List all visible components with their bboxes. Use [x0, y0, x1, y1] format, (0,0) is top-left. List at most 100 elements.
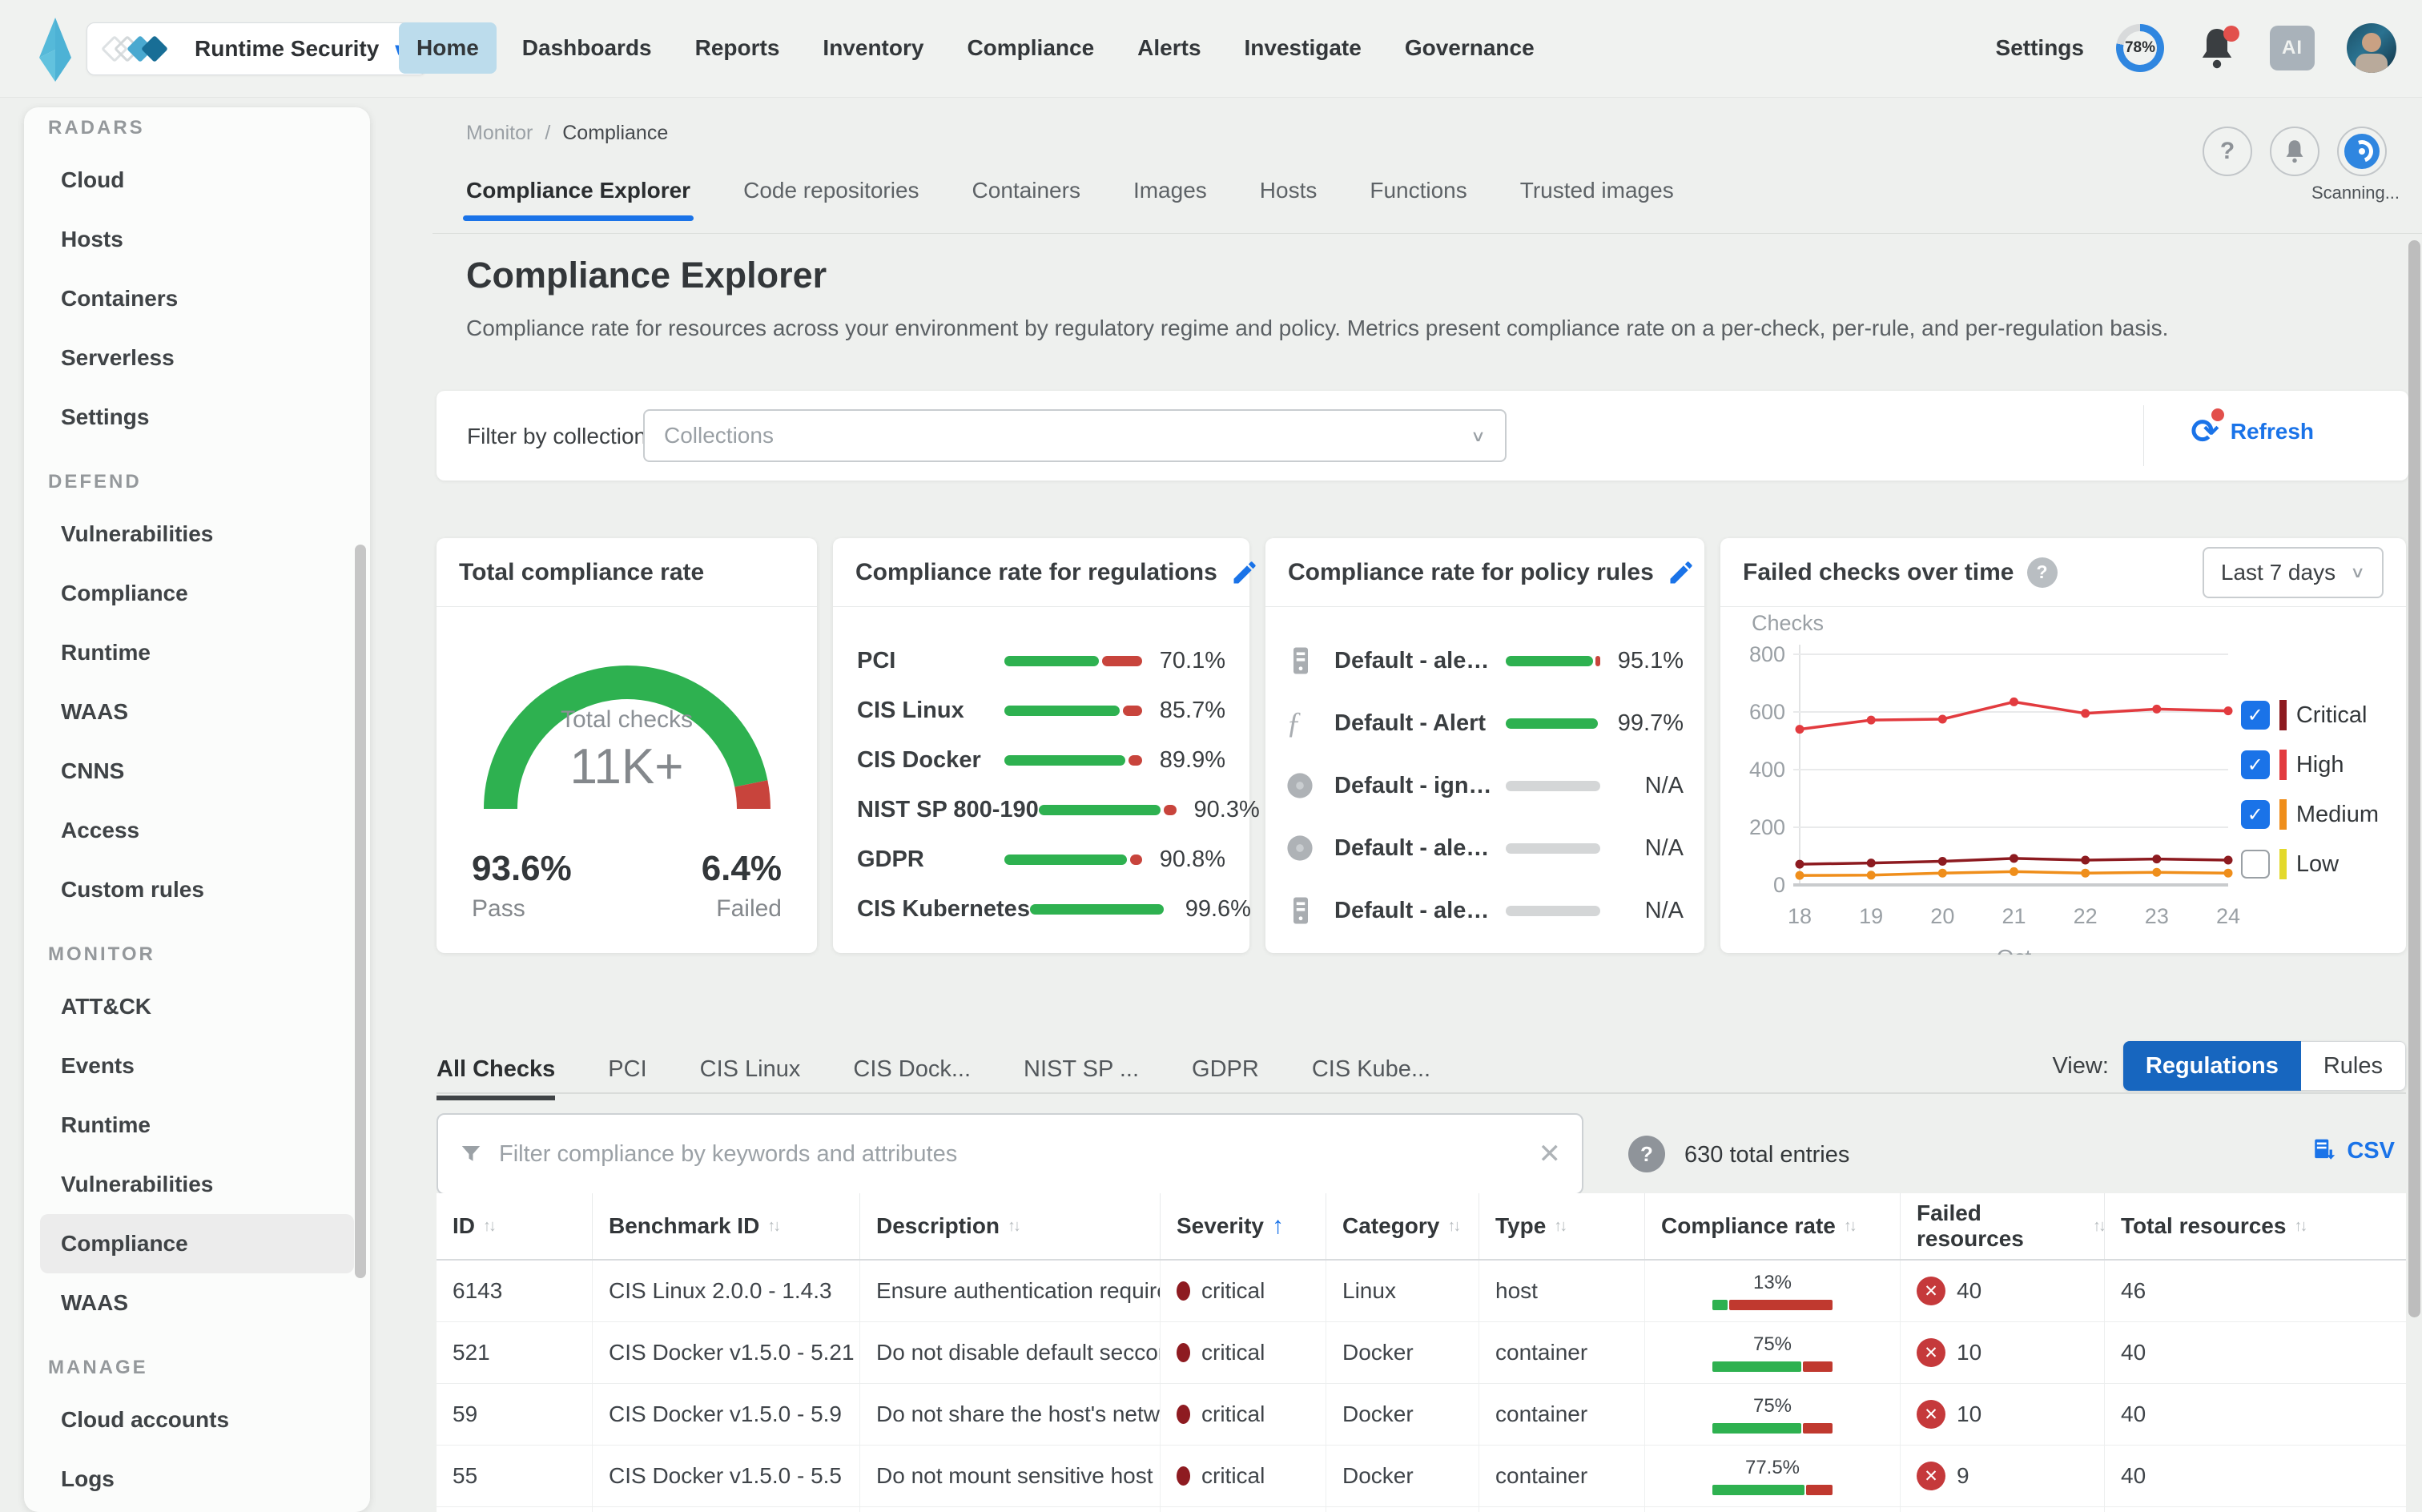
column-header-type[interactable]: Type ↑↓ — [1479, 1193, 1644, 1259]
metric-cards-row: Total compliance rate Total checks 11K+ … — [437, 538, 2406, 970]
tab-compliance-explorer[interactable]: Compliance Explorer — [462, 178, 694, 221]
edit-pencil-icon[interactable] — [1667, 558, 1696, 587]
tab-images[interactable]: Images — [1133, 178, 1207, 221]
sidebar-item-containers[interactable]: Containers — [40, 269, 354, 328]
csv-export-button[interactable]: CSV — [2311, 1137, 2395, 1164]
help-icon[interactable]: ? — [2026, 557, 2058, 588]
policy-rule-row: ƒ Default - Alert 99.7% — [1286, 692, 1684, 754]
edit-pencil-icon[interactable] — [1230, 558, 1259, 587]
breadcrumb-monitor[interactable]: Monitor — [466, 122, 533, 144]
legend-item-critical[interactable]: ✓ Critical — [2240, 690, 2379, 740]
notifications-bell-icon[interactable] — [2196, 26, 2239, 70]
help-button[interactable]: ? — [2203, 127, 2252, 176]
sidebar-item-cnns[interactable]: CNNS — [40, 742, 354, 801]
tab-containers[interactable]: Containers — [972, 178, 1080, 221]
sidebar-item-defenders[interactable]: Defenders — [40, 1509, 354, 1512]
bar-fail-segment — [1102, 655, 1142, 666]
time-range-select[interactable]: Last 7 days ∨ — [2203, 546, 2384, 598]
column-header-failed-resources[interactable]: Failed resources ↑↓ — [1900, 1193, 2106, 1259]
topnav-item-governance[interactable]: Governance — [1387, 22, 1552, 74]
legend-checkbox[interactable]: ✓ — [2240, 800, 2270, 829]
sidebar-item-cloud[interactable]: Cloud — [40, 151, 354, 210]
download-icon — [2315, 1139, 2336, 1160]
bar-fail-segment — [1806, 1485, 1833, 1495]
table-filter-row: Filter compliance by keywords and attrib… — [437, 1113, 2406, 1196]
column-header-severity[interactable]: Severity ↑ — [1160, 1193, 1326, 1259]
svg-text:23: 23 — [2145, 904, 2169, 928]
tab-functions[interactable]: Functions — [1370, 178, 1466, 221]
table-row-check-55[interactable]: 55 CIS Docker v1.5.0 - 5.5 Do not mount se… — [437, 1446, 2406, 1507]
column-header-compliance-rate[interactable]: Compliance rate ↑↓ — [1644, 1193, 1900, 1259]
column-header-category[interactable]: Category ↑↓ — [1326, 1193, 1479, 1259]
sidebar-item-access[interactable]: Access — [40, 801, 354, 860]
topnav-item-investigate[interactable]: Investigate — [1227, 22, 1379, 74]
topnav-item-dashboards[interactable]: Dashboards — [505, 22, 670, 74]
user-avatar[interactable] — [2347, 23, 2396, 73]
announcements-button[interactable] — [2270, 127, 2319, 176]
page-scrollbar[interactable] — [2408, 240, 2420, 1317]
tab-trusted-images[interactable]: Trusted images — [1520, 178, 1674, 221]
sidebar-item-waas[interactable]: WAAS — [40, 682, 354, 742]
refresh-button[interactable]: ⟳ Refresh — [2191, 408, 2314, 448]
legend-item-low[interactable]: Low — [2240, 839, 2379, 889]
svg-text:0: 0 — [1773, 873, 1785, 897]
sidebar-item-vulnerabilities[interactable]: Vulnerabilities — [40, 505, 354, 564]
card-title: Total compliance rate — [459, 558, 705, 585]
sidebar-item-hosts[interactable]: Hosts — [40, 210, 354, 269]
legend-item-medium[interactable]: ✓ Medium — [2240, 790, 2379, 839]
column-header-description[interactable]: Description ↑↓ — [859, 1193, 1160, 1259]
sidebar-scrollbar[interactable] — [355, 545, 366, 1278]
compliance-filter-input[interactable]: Filter compliance by keywords and attrib… — [437, 1113, 1583, 1195]
table-row-check-515[interactable]: 515CIS Docker v1.5.0 - 5.15Do not share … — [437, 1507, 2406, 1512]
tab-hosts[interactable]: Hosts — [1260, 178, 1318, 221]
sidebar-item-compliance[interactable]: Compliance — [40, 1214, 354, 1273]
bar-pass-segment — [1029, 903, 1164, 915]
cell-severity: critical — [1160, 1507, 1326, 1512]
prisma-cloud-logo-icon — [39, 18, 71, 82]
sidebar-item-runtime[interactable]: Runtime — [40, 1096, 354, 1155]
sidebar-item-runtime[interactable]: Runtime — [40, 623, 354, 682]
legend-checkbox[interactable]: ✓ — [2240, 701, 2270, 730]
view-option-rules[interactable]: Rules — [2300, 1041, 2406, 1091]
topnav-item-reports[interactable]: Reports — [678, 22, 798, 74]
entries-help-icon[interactable]: ? — [1628, 1136, 1665, 1172]
topnav-item-inventory[interactable]: Inventory — [805, 22, 941, 74]
sidebar-item-waas[interactable]: WAAS — [40, 1273, 354, 1333]
sidebar-item-custom-rules[interactable]: Custom rules — [40, 860, 354, 919]
topnav-item-home[interactable]: Home — [399, 22, 497, 74]
sidebar: RADARS Cloud Hosts Containers Serverless Sett… — [24, 107, 370, 1512]
sidebar-item-settings[interactable]: Settings — [40, 388, 354, 447]
table-row-check-6143[interactable]: 6143 CIS Linux 2.0.0 - 1.4.3 Ensure authen… — [437, 1261, 2406, 1322]
settings-link[interactable]: Settings — [1996, 35, 2084, 61]
refresh-icon: ⟳ — [2191, 408, 2224, 448]
view-label: View: — [2052, 1052, 2109, 1079]
sidebar-item-vulnerabilities[interactable]: Vulnerabilities — [40, 1155, 354, 1214]
topnav-item-alerts[interactable]: Alerts — [1120, 22, 1218, 74]
failed-count: 10 — [1957, 1401, 1982, 1426]
scan-status-button[interactable] — [2337, 127, 2387, 176]
progress-ring[interactable]: 78% — [2116, 24, 2164, 72]
tab-code-repositories[interactable]: Code repositories — [743, 178, 919, 221]
clear-filter-icon[interactable]: ✕ — [1539, 1138, 1562, 1170]
sidebar-item-logs[interactable]: Logs — [40, 1450, 354, 1509]
module-selector[interactable]: Runtime Security ∨ — [86, 22, 428, 75]
legend-label: Low — [2295, 850, 2340, 877]
sidebar-item-att-ck[interactable]: ATT&CK — [40, 977, 354, 1036]
sidebar-item-events[interactable]: Events — [40, 1036, 354, 1096]
column-header-total-resources[interactable]: Total resources ↑↓ — [2104, 1193, 2406, 1259]
table-row-check-521[interactable]: 521 CIS Docker v1.5.0 - 5.21 Do not disabl… — [437, 1322, 2406, 1384]
column-header-id[interactable]: ID ↑↓ — [437, 1193, 592, 1259]
view-option-regulations[interactable]: Regulations — [2122, 1041, 2301, 1091]
legend-checkbox[interactable]: ✓ — [2240, 750, 2270, 779]
topnav-item-compliance[interactable]: Compliance — [949, 22, 1112, 74]
column-header-benchmark-id[interactable]: Benchmark ID ↑↓ — [592, 1193, 859, 1259]
legend-item-high[interactable]: ✓ High — [2240, 740, 2379, 790]
table-row-check-59[interactable]: 59 CIS Docker v1.5.0 - 5.9 Do not share th… — [437, 1384, 2406, 1446]
legend-checkbox[interactable] — [2240, 850, 2270, 879]
sidebar-item-compliance[interactable]: Compliance — [40, 564, 354, 623]
collections-dropdown[interactable]: Collections ∨ — [643, 409, 1507, 462]
sidebar-item-serverless[interactable]: Serverless — [40, 328, 354, 388]
bar-fail-segment — [1729, 1300, 1833, 1310]
ai-assistant-icon[interactable]: AI — [2270, 26, 2315, 70]
sidebar-item-cloud-accounts[interactable]: Cloud accounts — [40, 1390, 354, 1450]
